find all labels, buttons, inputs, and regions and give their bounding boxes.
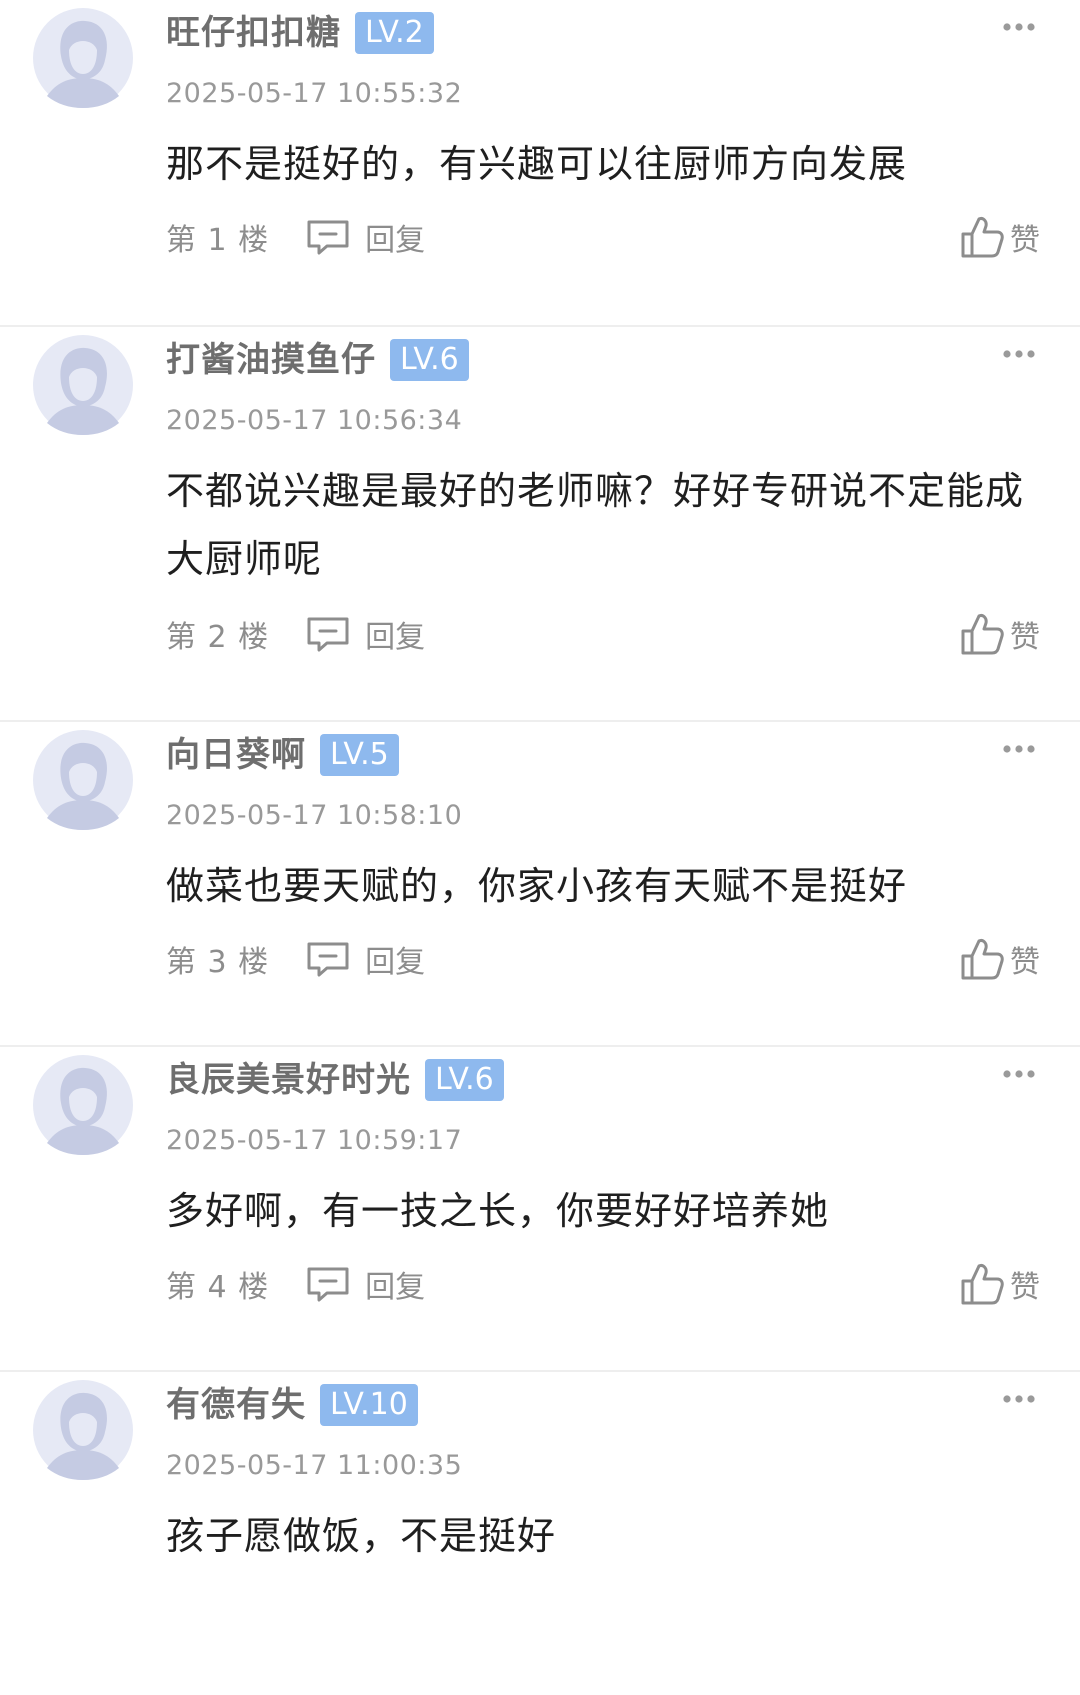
username[interactable]: 良辰美景好时光	[166, 1057, 411, 1103]
comment-text: 多好啊，有一技之长，你要好好培养她	[166, 1189, 830, 1233]
comment-text: 不都说兴趣是最好的老师嘛？好好专研说不定能成大厨师呢	[166, 469, 1025, 581]
user-info-row: 有德有失 LV.10	[166, 1382, 418, 1428]
thumbs-up-icon	[961, 939, 1004, 980]
like-button[interactable]: 赞	[960, 612, 1040, 656]
like-label: 赞	[1010, 620, 1040, 655]
comment-item: 良辰美景好时光 LV.6 2025-05-17 10:59:17 多好啊，有一技…	[0, 1045, 1080, 1370]
comment-bubble-icon	[307, 942, 349, 977]
comment-item: 有德有失 LV.10 2025-05-17 11:00:35 孩子愿做饭，不是挺…	[0, 1370, 1080, 1695]
level-badge: LV.10	[320, 1384, 418, 1426]
thumbs-up-icon	[961, 217, 1004, 258]
username[interactable]: 旺仔扣扣糖	[166, 10, 341, 56]
username[interactable]: 有德有失	[166, 1382, 306, 1428]
comment-bubble-icon	[307, 220, 349, 255]
like-label: 赞	[1010, 945, 1040, 980]
level-badge: LV.6	[390, 339, 469, 381]
floor-number: 第 3 楼	[166, 945, 270, 980]
avatar[interactable]	[33, 1380, 133, 1480]
username[interactable]: 打酱油摸鱼仔	[166, 337, 376, 383]
thumbs-up-icon	[961, 1264, 1004, 1305]
reply-button[interactable]: 回复	[305, 1262, 425, 1306]
reply-label: 回复	[365, 223, 426, 258]
comment-list: 旺仔扣扣糖 LV.2 2025-05-17 10:55:32 那不是挺好的，有兴…	[0, 0, 1080, 1695]
avatar[interactable]	[33, 335, 133, 435]
avatar[interactable]	[33, 1055, 133, 1155]
like-button[interactable]: 赞	[960, 1262, 1040, 1306]
avatar[interactable]	[33, 8, 133, 108]
thumbs-up-icon	[961, 614, 1004, 655]
user-info-row: 打酱油摸鱼仔 LV.6	[166, 337, 469, 383]
user-info-row: 良辰美景好时光 LV.6	[166, 1057, 504, 1103]
like-button[interactable]: 赞	[960, 215, 1040, 259]
reply-button[interactable]: 回复	[305, 215, 425, 259]
like-label: 赞	[1010, 1270, 1040, 1305]
reply-label: 回复	[365, 945, 426, 980]
comment-text: 那不是挺好的，有兴趣可以往厨师方向发展	[166, 142, 908, 186]
comment-bubble-icon	[307, 617, 349, 652]
floor-number: 第 1 楼	[166, 223, 270, 258]
comment-item: 打酱油摸鱼仔 LV.6 2025-05-17 10:56:34 不都说兴趣是最好…	[0, 325, 1080, 720]
comment-item: 旺仔扣扣糖 LV.2 2025-05-17 10:55:32 那不是挺好的，有兴…	[0, 0, 1080, 325]
reply-button[interactable]: 回复	[305, 612, 425, 656]
reply-label: 回复	[365, 1270, 426, 1305]
comment-actions: 第 2 楼 回复	[166, 612, 425, 656]
comment-actions: 第 3 楼 回复	[166, 937, 425, 981]
comment-text: 做菜也要天赋的，你家小孩有天赋不是挺好	[166, 864, 908, 908]
more-options-icon[interactable]	[1002, 22, 1036, 32]
comment-timestamp: 2025-05-17 10:56:34	[166, 405, 463, 436]
more-options-icon[interactable]	[1002, 1394, 1036, 1404]
comment-timestamp: 2025-05-17 10:58:10	[166, 800, 463, 831]
avatar[interactable]	[33, 730, 133, 830]
level-badge: LV.2	[355, 12, 434, 54]
more-options-icon[interactable]	[1002, 744, 1036, 754]
comment-text: 孩子愿做饭，不是挺好	[166, 1514, 557, 1558]
level-badge: LV.5	[320, 734, 399, 776]
comment-actions: 第 4 楼 回复	[166, 1262, 425, 1306]
like-label: 赞	[1010, 223, 1040, 258]
comment-bubble-icon	[307, 1267, 349, 1302]
comment-timestamp: 2025-05-17 10:55:32	[166, 78, 463, 109]
reply-button[interactable]: 回复	[305, 937, 425, 981]
user-info-row: 向日葵啊 LV.5	[166, 732, 399, 778]
comment-actions: 第 1 楼 回复	[166, 215, 425, 259]
more-options-icon[interactable]	[1002, 349, 1036, 359]
comment-timestamp: 2025-05-17 11:00:35	[166, 1450, 463, 1481]
floor-number: 第 4 楼	[166, 1270, 270, 1305]
level-badge: LV.6	[425, 1059, 504, 1101]
more-options-icon[interactable]	[1002, 1069, 1036, 1079]
reply-label: 回复	[365, 620, 426, 655]
comment-item: 向日葵啊 LV.5 2025-05-17 10:58:10 做菜也要天赋的，你家…	[0, 720, 1080, 1045]
floor-number: 第 2 楼	[166, 620, 270, 655]
comment-timestamp: 2025-05-17 10:59:17	[166, 1125, 463, 1156]
like-button[interactable]: 赞	[960, 937, 1040, 981]
user-info-row: 旺仔扣扣糖 LV.2	[166, 10, 434, 56]
username[interactable]: 向日葵啊	[166, 732, 306, 778]
